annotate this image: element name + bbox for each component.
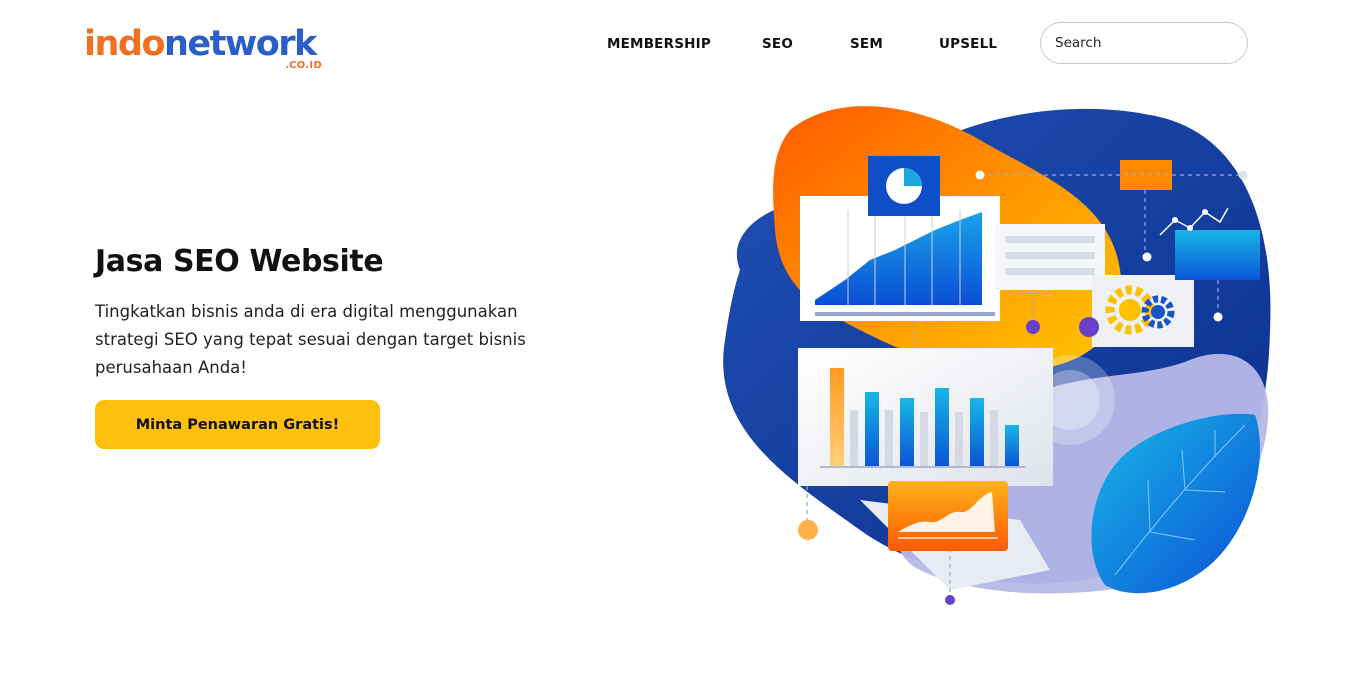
request-offer-button[interactable]: Minta Penawaran Gratis!: [95, 400, 380, 449]
search-box: [1040, 22, 1248, 64]
logo-part-indo: indo: [84, 24, 166, 64]
nav-membership[interactable]: MEMBERSHIP: [607, 36, 711, 56]
brand-logo[interactable]: indonetwork .CO.ID: [84, 24, 329, 76]
search-input[interactable]: [1055, 32, 1225, 54]
logo-part-network: network: [164, 24, 317, 64]
logo-wordmark: indonetwork: [84, 24, 317, 64]
logo-domain-suffix: .CO.ID: [285, 60, 323, 71]
nav-upsell[interactable]: UPSELL: [939, 36, 997, 56]
hero-title: Jasa SEO Website: [95, 244, 384, 279]
hero-description: Tingkatkan bisnis anda di era digital me…: [95, 302, 526, 377]
nav-sem[interactable]: SEM: [850, 36, 883, 56]
seo-illustration: [723, 106, 1271, 605]
blue-card: [1175, 230, 1260, 280]
nav-seo[interactable]: SEO: [762, 36, 793, 56]
